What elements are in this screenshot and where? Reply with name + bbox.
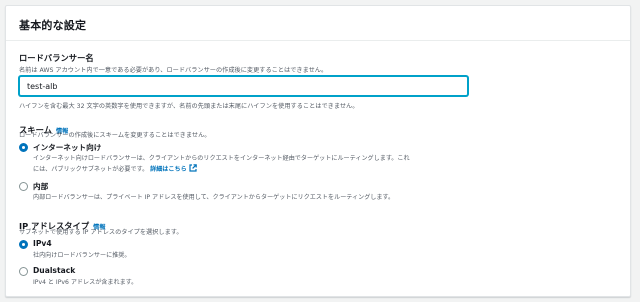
- learn-more-link[interactable]: 詳細はこちら: [150, 164, 197, 173]
- external-link-icon: [189, 164, 197, 177]
- scheme-internet-facing-description-line2: には、パブリックサブネットが必要です。 詳細はこちら: [33, 164, 197, 177]
- ip-type-description: サブネットで使用する IP アドレスのタイプを選択します。: [19, 229, 183, 236]
- lb-name-input[interactable]: [19, 76, 468, 96]
- ip-type-dualstack-radio[interactable]: [19, 267, 28, 276]
- learn-more-link-label[interactable]: 詳細はこちら: [150, 166, 187, 173]
- scheme-internet-facing-label[interactable]: インターネット向け: [33, 142, 101, 153]
- panel-header: 基本的な設定: [6, 6, 630, 41]
- basic-settings-panel: 基本的な設定 ロードバランサー名 名前は AWS アカウント内で一意である必要が…: [5, 5, 631, 297]
- lb-name-label: ロードバランサー名: [19, 53, 94, 63]
- ip-type-dualstack-label[interactable]: Dualstack: [33, 266, 75, 275]
- lb-name-description: 名前は AWS アカウント内で一意である必要があり、ロードバランサーの作成後に変…: [19, 67, 328, 74]
- ip-type-ipv4-description: 社内向けロードバランサーに推奨。: [33, 252, 131, 259]
- scheme-description: ロードバランサーの作成後にスキームを変更することはできません。: [19, 132, 211, 139]
- lb-name-constraint: ハイフンを含む最大 32 文字の英数字を使用できますが、名前の先頭または末尾にハ…: [19, 103, 359, 110]
- scheme-internal-radio[interactable]: [19, 182, 28, 191]
- scheme-internal-description: 内部ロードバランサーは、プライベート IP アドレスを使用して、クライアントから…: [33, 194, 395, 201]
- ip-type-ipv4-radio[interactable]: [19, 240, 28, 249]
- ip-type-ipv4-label[interactable]: IPv4: [33, 239, 52, 248]
- scheme-internet-facing-radio[interactable]: [19, 143, 28, 152]
- panel-title: 基本的な設定: [19, 19, 87, 32]
- scheme-internal-label[interactable]: 内部: [33, 181, 48, 192]
- ip-type-dualstack-description: IPv4 と IPv6 アドレスが含まれます。: [33, 279, 138, 286]
- scheme-internet-facing-description-text: には、パブリックサブネットが必要です。: [33, 166, 149, 173]
- scheme-internet-facing-description-line1: インターネット向けロードバランサーは、クライアントからのリクエストをインターネッ…: [33, 155, 410, 162]
